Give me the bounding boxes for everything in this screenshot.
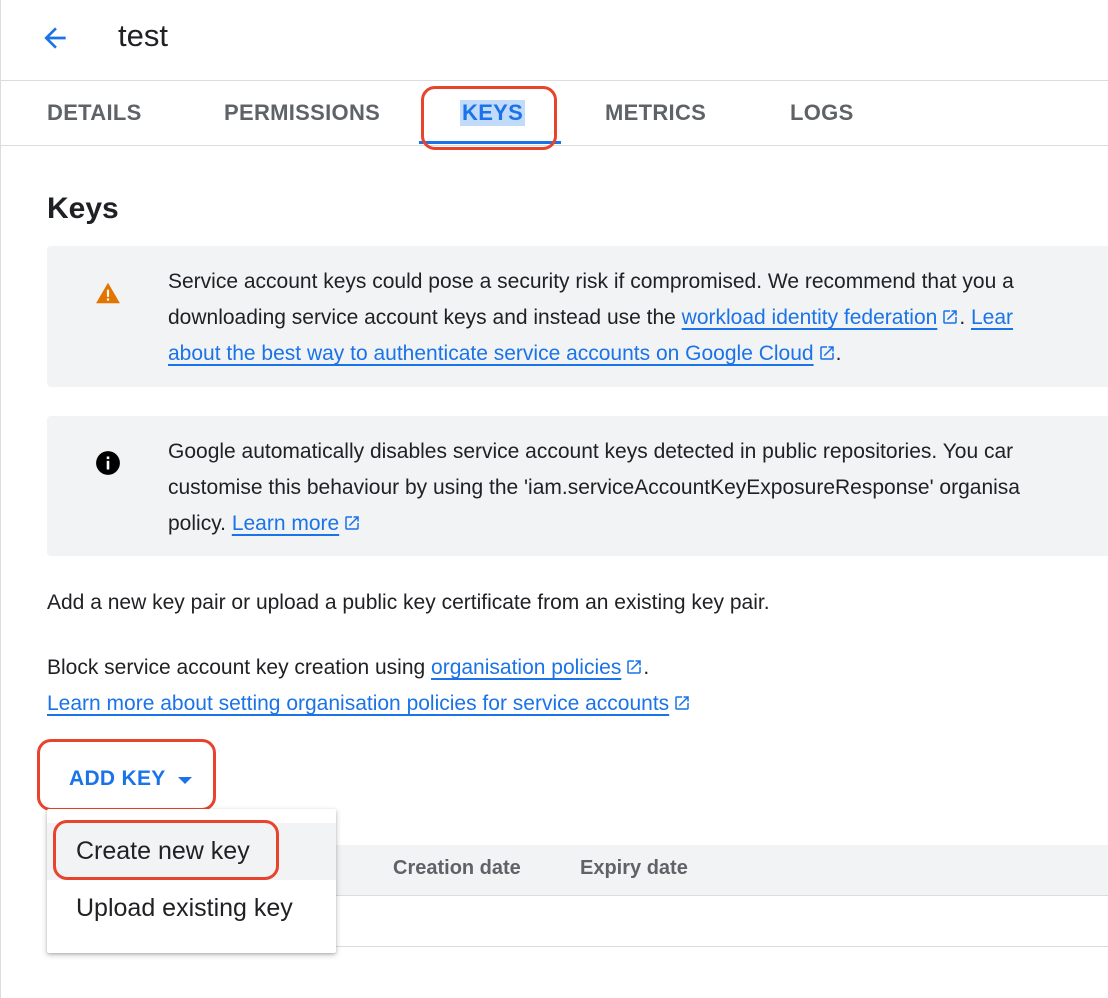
page: test DETAILS PERMISSIONS KEYS METRICS LO… [0, 0, 1108, 998]
tab-label: KEYS [460, 100, 526, 126]
add-key-label: ADD KEY [69, 767, 166, 790]
authenticate-service-accounts-link[interactable]: about the best way to authenticate servi… [168, 342, 814, 365]
info-line-1: Google automatically disables service ac… [168, 440, 1014, 463]
policy-line-1: Block service account key creation using… [47, 650, 691, 686]
page-header: test [1, 0, 1108, 80]
menu-item-upload-existing-key[interactable]: Upload existing key [47, 880, 336, 937]
info-line-3-text: policy. [168, 512, 232, 535]
external-link-icon [675, 696, 689, 710]
external-link-icon [627, 660, 642, 674]
warning-line-3: about the best way to authenticate servi… [168, 336, 1108, 372]
warning-text: Service account keys could pose a securi… [168, 264, 1108, 372]
tab-label: LOGS [790, 100, 854, 125]
tab-metrics[interactable]: METRICS [605, 81, 706, 145]
tab-label: PERMISSIONS [224, 100, 381, 125]
policy-text: Block service account key creation using… [47, 650, 691, 722]
learn-more-link[interactable]: Learn more [232, 512, 339, 535]
external-link-icon [345, 516, 359, 530]
warning-line-1: Service account keys could pose a securi… [168, 270, 1014, 293]
info-banner: Google automatically disables service ac… [47, 416, 1108, 556]
external-link-icon [943, 310, 958, 324]
tab-logs[interactable]: LOGS [790, 81, 854, 145]
info-text: Google automatically disables service ac… [168, 434, 1108, 542]
caret-down-icon [177, 776, 192, 784]
arrow-back-icon [44, 27, 66, 49]
info-line-3: policy. Learn more [168, 506, 1108, 542]
active-tab-indicator [419, 141, 561, 144]
page-title: test [118, 18, 168, 53]
warning-line-2: downloading service account keys and ins… [168, 300, 1108, 336]
policy-text-pre: Block service account key creation using [47, 656, 432, 679]
setting-organisation-policies-link[interactable]: Learn more about setting organisation po… [47, 692, 669, 715]
warning-banner: Service account keys could pose a securi… [47, 246, 1108, 387]
column-header-creation-date: Creation date [393, 857, 521, 879]
learn-more-link-start[interactable]: Lear [971, 306, 1013, 329]
policy-line-2: Learn more about setting organisation po… [47, 686, 691, 722]
add-key-button[interactable]: ADD KEY [55, 752, 206, 806]
warning-line-2-text: downloading service account keys and ins… [168, 306, 682, 329]
tab-keys[interactable]: KEYS [460, 81, 526, 145]
menu-item-label: Create new key [76, 837, 250, 865]
external-link-icon [819, 346, 834, 360]
organisation-policies-link[interactable]: organisation policies [431, 656, 621, 679]
workload-identity-federation-link[interactable]: workload identity federation [682, 306, 938, 329]
section-heading: Keys [47, 192, 119, 225]
link-text: Lear [971, 306, 1014, 329]
back-button[interactable] [35, 18, 75, 58]
link-text: workload identity federation [681, 306, 938, 329]
column-header-expiry-date: Expiry date [580, 857, 688, 879]
description-text: Add a new key pair or upload a public ke… [47, 591, 770, 614]
link-text: Learn more [231, 512, 340, 535]
add-key-menu: Create new key Upload existing key [47, 809, 336, 953]
warning-separator: . [959, 306, 971, 329]
menu-item-label: Upload existing key [76, 894, 293, 922]
warning-end-period: . [835, 342, 842, 365]
info-icon [96, 451, 120, 475]
link-text: organisation policies [431, 656, 622, 679]
warning-icon [96, 282, 120, 304]
tab-label: DETAILS [47, 100, 142, 125]
policy-text-post: . [643, 656, 650, 679]
tab-details[interactable]: DETAILS [47, 81, 142, 145]
menu-item-create-new-key[interactable]: Create new key [47, 823, 336, 880]
link-text: Learn more about setting organisation po… [47, 692, 670, 715]
tab-permissions[interactable]: PERMISSIONS [224, 81, 380, 145]
tab-label: METRICS [605, 100, 707, 125]
tab-bar: DETAILS PERMISSIONS KEYS METRICS LOGS [1, 80, 1108, 146]
info-line-2: customise this behaviour by using the 'i… [168, 476, 1020, 499]
link-text: about the best way to authenticate servi… [168, 342, 814, 365]
